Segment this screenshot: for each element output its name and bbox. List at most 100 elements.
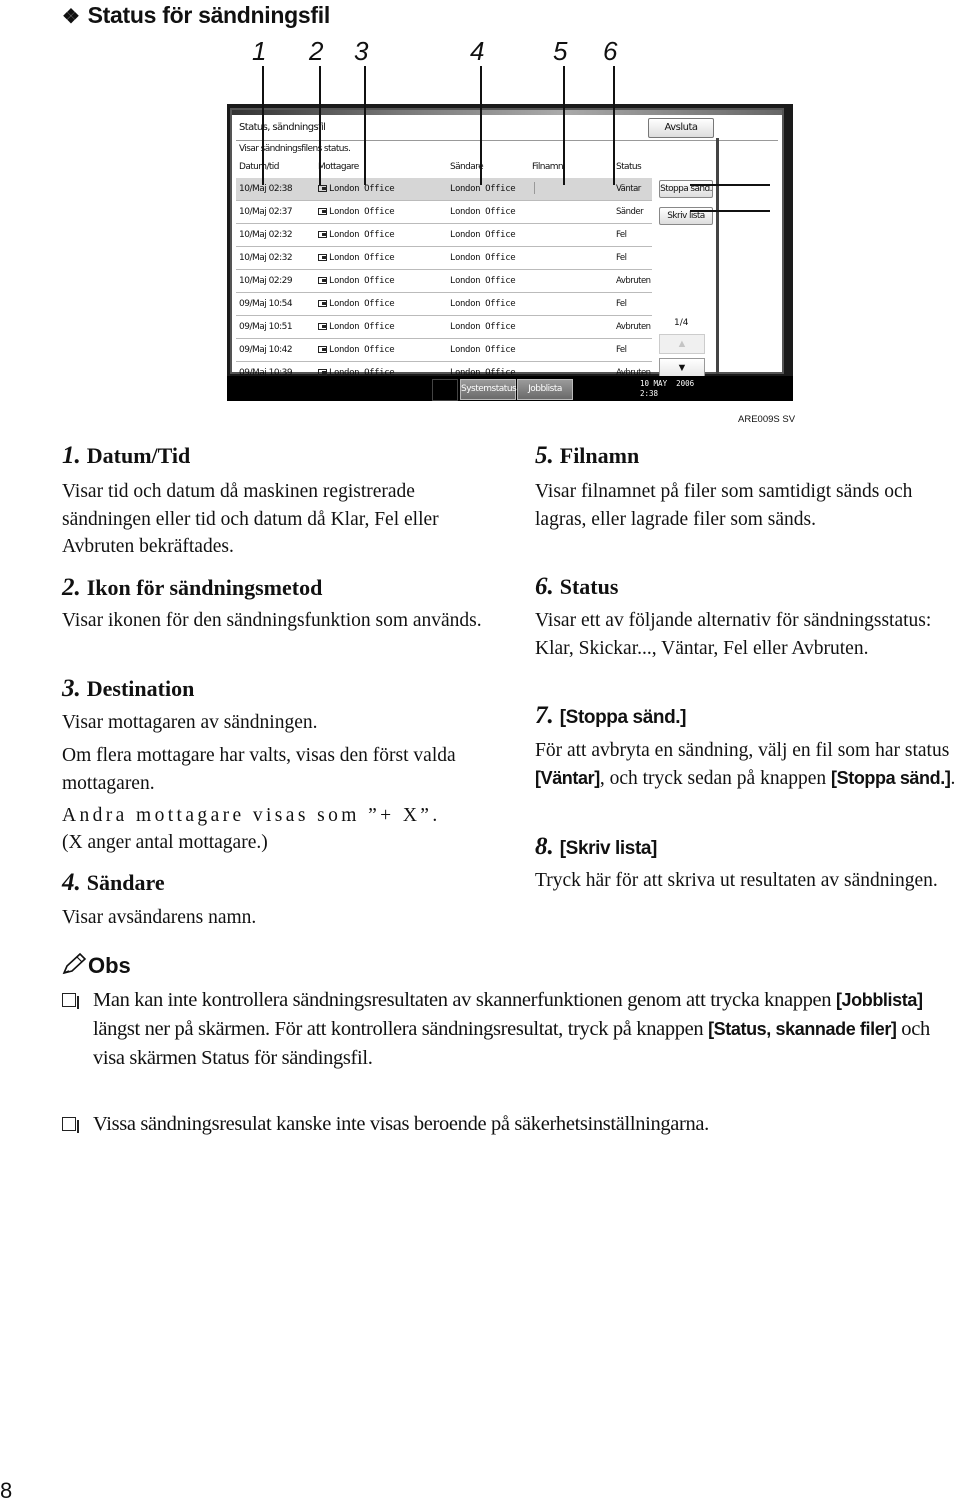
note-text: Vissa sändningsresulat kanske inte visas…: [93, 1113, 709, 1135]
panel-title-bar: [232, 110, 782, 115]
sender-cell: London Office: [450, 299, 516, 309]
sender-cell: London Office: [450, 345, 516, 355]
button-reference: [Status, skannade filer]: [708, 1019, 897, 1039]
table-row[interactable]: 09/Maj 10:51 London Office London Office Av…: [236, 316, 652, 339]
recipient-cell: London Office: [329, 299, 395, 309]
button-reference: [Jobblista]: [835, 990, 923, 1010]
send-method-icon: [318, 300, 327, 307]
status-cell: Fel: [616, 230, 627, 240]
recipient-cell: London Office: [329, 345, 395, 355]
stop-transmission-button[interactable]: Stoppa sänd.: [659, 180, 713, 198]
item-3-body-4: (X anger antal mottagare.): [62, 832, 268, 853]
status-panel: Status, sändningsfil Avsluta Visar sändn…: [230, 108, 784, 385]
callout-line-3: [364, 66, 366, 185]
item-title-text: Datum/Tid: [86, 443, 191, 468]
sender-cell: London Office: [450, 207, 516, 217]
item-1-title: 1. Datum/Tid: [62, 442, 190, 470]
callout-3: 3: [354, 36, 369, 66]
filename-cell: [534, 182, 535, 194]
clock-date: 10 MAY 2006: [640, 379, 695, 388]
item-3-body-3: Andra mottagare visas som ”+ X”.: [62, 805, 441, 826]
item-6-body: Visar ett av följande alternativ för sän…: [535, 610, 932, 659]
device-screen: Status, sändningsfil Avsluta Visar sändn…: [227, 104, 793, 401]
table-row[interactable]: 09/Maj 10:42 London Office London Office Fe…: [236, 339, 652, 362]
scroll-up-button[interactable]: ▲: [659, 334, 705, 354]
table-row[interactable]: 09/Maj 10:54 London Office London Office Fe…: [236, 293, 652, 316]
send-method-icon: [318, 323, 327, 330]
callout-line-1: [262, 66, 264, 185]
item-number: 6.: [535, 573, 554, 600]
text: Man kan inte kontrollera sändningsresult…: [93, 989, 836, 1011]
item-3-body-2: Om flera mottagare har valts, visas den …: [62, 745, 456, 794]
panel-title: Status, sändningsfil: [239, 122, 326, 133]
callout-line-6: [613, 66, 615, 185]
table-row[interactable]: 10/Maj 02:37 London Office London Office Sä…: [236, 201, 652, 224]
table-row[interactable]: 10/Maj 02:38 London Office London Office Vä…: [236, 178, 652, 201]
item-title-text: Destination: [86, 676, 195, 701]
text: För att avbryta en sändning, välj en fil…: [535, 740, 950, 761]
bottom-status-bar: Systemstatus Jobblista 10 MAY 2006 2:38: [227, 376, 793, 401]
divider: [236, 140, 778, 141]
note-item: Man kan inte kontrollera sändningsresult…: [62, 986, 957, 1106]
item-8-title: 8. [Skriv lista]: [535, 833, 657, 861]
table-row[interactable]: 10/Maj 02:32 London Office London Office Fe…: [236, 224, 652, 247]
notes-heading: Obs: [60, 952, 131, 979]
send-method-icon: [318, 208, 327, 215]
callout-6: 6: [603, 36, 618, 66]
scroll-down-button[interactable]: ▼: [659, 358, 705, 378]
sender-cell: London Office: [450, 230, 516, 240]
send-method-icon: [318, 254, 327, 261]
table-row[interactable]: 10/Maj 02:32 London Office London Office Fe…: [236, 247, 652, 270]
system-status-button[interactable]: Systemstatus: [460, 379, 517, 400]
note-text: Man kan inte kontrollera sändningsresult…: [93, 986, 957, 1073]
item-4-body: Visar avsändarens namn.: [62, 907, 257, 928]
item-title-text: Sändare: [86, 870, 165, 895]
datetime-cell: 10/Maj 02:38: [239, 184, 293, 194]
item-5-body: Visar filnamnet på filer som samtidigt s…: [535, 481, 913, 530]
table-row[interactable]: 10/Maj 02:29 London Office London Office Av…: [236, 270, 652, 293]
send-method-icon: [318, 346, 327, 353]
callout-line-4: [480, 66, 482, 185]
indicator-box: [432, 379, 458, 401]
item-number: 8.: [535, 833, 554, 860]
item-8-body: Tryck här för att skriva ut resultaten a…: [535, 870, 938, 891]
recipient-cell: London Office: [329, 253, 395, 263]
item-title-text: Status: [559, 574, 619, 599]
section-title-text: Status för sändningsfil: [87, 2, 331, 28]
recipient-cell: London Office: [329, 230, 395, 240]
datetime-cell: 09/Maj 10:42: [239, 345, 293, 355]
status-cell: Avbruten: [616, 276, 651, 286]
arrow-up-icon: ▲: [676, 338, 688, 350]
recipient-cell: London Office: [329, 276, 395, 286]
item-title-text: [Skriv lista]: [559, 838, 658, 859]
item-3-body: Visar mottagaren av sändningen.: [62, 712, 318, 733]
text: .: [950, 767, 956, 789]
status-cell: Sänder: [616, 207, 644, 217]
figure-id: ARE009S SV: [738, 414, 796, 425]
file-list: 10/Maj 02:38 London Office London Office Vä…: [236, 178, 652, 385]
page-indicator: 1/4: [674, 318, 689, 328]
datetime-cell: 10/Maj 02:29: [239, 276, 293, 286]
column-header-status: Status: [616, 162, 642, 172]
clock: 10 MAY 2006 2:38: [640, 379, 694, 399]
datetime-cell: 10/Maj 02:37: [239, 207, 293, 217]
item-7-title: 7. [Stoppa sänd.]: [535, 702, 686, 730]
button-reference: [Stoppa sänd.]: [831, 767, 951, 788]
item-2-body: Visar ikonen för den sändningsfunktion s…: [62, 610, 482, 631]
close-button[interactable]: Avsluta: [648, 118, 714, 138]
item-title-text: [Stoppa sänd.]: [559, 707, 687, 728]
recipient-cell: London Office: [329, 184, 395, 194]
panel-separator: [716, 138, 719, 374]
text: , och tryck sedan på knappen: [599, 767, 832, 789]
item-title-text: Filnamn: [559, 443, 640, 468]
job-list-button[interactable]: Jobblista: [517, 379, 573, 400]
callout-line-2: [319, 66, 321, 185]
text: längst ner på skärmen. För att kontrolle…: [93, 1018, 709, 1040]
checkbox-bullet-icon: [62, 993, 79, 1009]
datetime-cell: 10/Maj 02:32: [239, 253, 293, 263]
callout-line-5: [563, 66, 565, 185]
item-number: 2.: [62, 574, 81, 601]
status-cell: Fel: [616, 253, 627, 263]
status-cell: Väntar: [616, 184, 641, 194]
item-7-body: För att avbryta en sändning, välj en fil…: [535, 737, 960, 792]
